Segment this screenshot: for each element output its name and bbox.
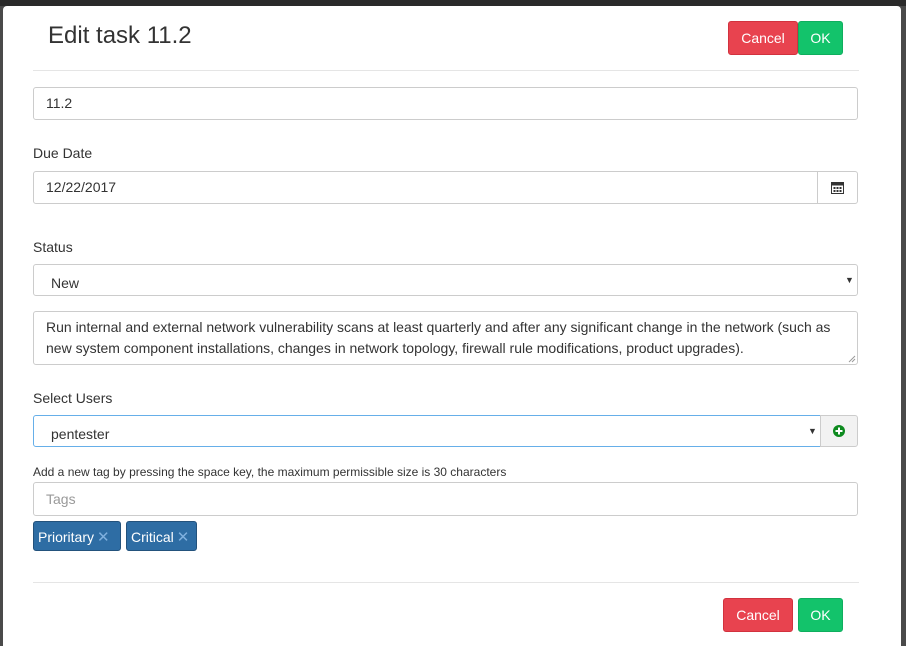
status-select[interactable]: New xyxy=(33,264,858,296)
status-label: Status xyxy=(33,239,73,255)
tags-placeholder: Tags xyxy=(46,491,76,507)
tag-label: Prioritary xyxy=(38,529,95,545)
users-selected-value: pentester xyxy=(51,426,110,442)
header-ok-button[interactable]: OK xyxy=(798,21,843,55)
caret-down-icon: ▼ xyxy=(808,426,817,436)
caret-down-icon: ▼ xyxy=(845,275,854,285)
footer-divider xyxy=(33,582,859,583)
tag-chip: Prioritary ✕ xyxy=(33,521,121,551)
footer-cancel-button[interactable]: Cancel xyxy=(723,598,793,632)
status-selected-value: New xyxy=(51,275,80,291)
header-divider xyxy=(33,70,859,71)
users-select[interactable]: pentester xyxy=(33,415,821,447)
footer-ok-button[interactable]: OK xyxy=(798,598,843,632)
tag-chip: Critical ✕ xyxy=(126,521,197,551)
due-date-label: Due Date xyxy=(33,145,93,161)
resize-handle-icon[interactable] xyxy=(848,355,856,363)
due-date-input[interactable]: 12/22/2017 xyxy=(33,171,818,204)
description-textarea[interactable]: Run internal and external network vulner… xyxy=(33,311,858,365)
calendar-button[interactable] xyxy=(817,171,858,204)
modal-header: Edit task 11.2 Cancel OK xyxy=(3,6,901,70)
select-users-label: Select Users xyxy=(33,390,113,406)
tags-hint: Add a new tag by pressing the space key,… xyxy=(33,465,507,479)
close-icon[interactable]: ✕ xyxy=(97,529,110,546)
modal-title: Edit task 11.2 xyxy=(48,22,192,49)
edit-task-modal: Edit task 11.2 Cancel OK 11.2 Due Date 1… xyxy=(3,6,901,646)
add-user-button[interactable] xyxy=(820,415,858,447)
close-icon[interactable]: ✕ xyxy=(177,529,190,546)
plus-circle-icon xyxy=(833,425,845,437)
tag-label: Critical xyxy=(131,529,174,545)
header-cancel-button[interactable]: Cancel xyxy=(728,21,798,55)
task-name-input[interactable]: 11.2 xyxy=(33,87,858,120)
calendar-icon xyxy=(831,182,844,194)
tags-input[interactable]: Tags xyxy=(33,482,858,516)
